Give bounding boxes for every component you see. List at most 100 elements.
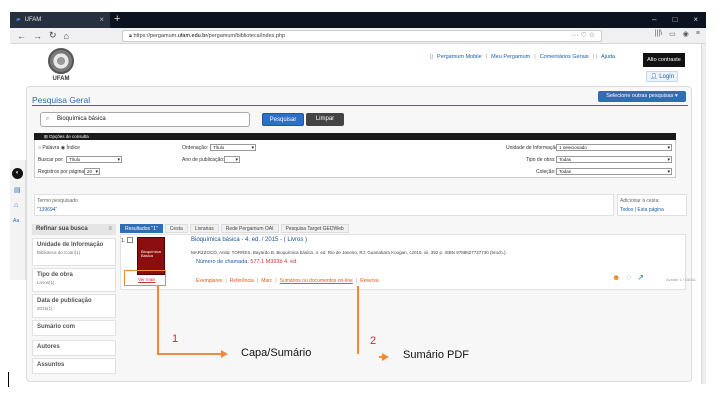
per-page-select[interactable]: 20: [84, 168, 100, 175]
text-cursor: [8, 372, 9, 387]
sort-label: Ordenação:: [182, 145, 209, 151]
link-pergamum-mobile[interactable]: Pergamum Mobile: [437, 54, 482, 60]
sort-select[interactable]: Título: [210, 144, 256, 151]
mobile-icon: ▯: [430, 54, 434, 60]
minimize-button[interactable]: –: [652, 12, 656, 28]
unit-select[interactable]: 1 selecionado: [556, 144, 672, 151]
close-tab-icon[interactable]: ×: [99, 12, 104, 28]
basket-links: Todos | Esta página: [620, 207, 664, 213]
per-page-label: Registros por página:: [38, 169, 86, 175]
copies-link[interactable]: Exemplares: [196, 278, 222, 284]
search-by-label: Buscar por:: [38, 157, 64, 163]
search-input[interactable]: ⌕ Bioquímica básica: [40, 112, 250, 127]
search-button[interactable]: Pesquisar: [262, 113, 304, 126]
recommend-icon[interactable]: ☻: [612, 273, 620, 282]
facet-date[interactable]: Data de publicação 2015(1): [32, 294, 116, 318]
tab-oai[interactable]: Rede Pergamum OAI: [220, 224, 279, 233]
reload-icon[interactable]: ↻: [49, 30, 57, 41]
refine-header[interactable]: Refinar sua busca ≡: [32, 224, 116, 235]
unit-label: Unidade de Informação:: [506, 145, 560, 151]
select-searches-label: Selecione outras pesquisas: [606, 93, 674, 99]
collection-label: Coleção:: [536, 169, 556, 175]
url-actions-icon[interactable]: ··· ♡ ☆: [572, 31, 595, 41]
facet-authors[interactable]: Autores: [32, 340, 116, 356]
result-title[interactable]: Bioquímica básica - 4. ed. / 2015 - ( Li…: [191, 237, 307, 243]
maximize-button[interactable]: □: [672, 12, 677, 28]
tab-basket[interactable]: Cesta: [164, 224, 188, 233]
annotation-box: [124, 270, 166, 286]
tab-results[interactable]: Resultados "1": [120, 224, 163, 233]
home-icon[interactable]: ⌂: [64, 31, 69, 41]
basket-page-link[interactable]: Esta página: [637, 207, 663, 213]
new-tab-button[interactable]: +: [114, 13, 120, 25]
favicon-icon: ▰: [16, 17, 21, 23]
options-header[interactable]: ⊞ Opções de consulta: [34, 133, 676, 140]
marc-link[interactable]: Marc: [261, 278, 272, 284]
year-input[interactable]: [224, 156, 240, 163]
searched-term-value: "139694": [37, 207, 58, 213]
collection-select[interactable]: Todas: [556, 168, 672, 175]
searched-term-label: Termo pesquisado: [37, 198, 78, 204]
share-icon[interactable]: ▤: [14, 186, 21, 194]
tab-bookstores[interactable]: Livrarias: [189, 224, 219, 233]
top-links: ▯ Pergamum Mobile | Meu Pergamum | Comen…: [430, 54, 616, 60]
summary-link[interactable]: Sumários ou documentos on-line: [280, 278, 353, 284]
extension-icon[interactable]: ◉: [683, 30, 689, 38]
search-icon: ⌕: [46, 116, 50, 122]
login-button[interactable]: 👤︎ Login: [646, 71, 678, 82]
annotation-label-1: Capa/Sumário: [241, 347, 312, 359]
browser-tab[interactable]: ▰ UFAM ×: [10, 12, 110, 28]
result-tabs: Resultados "1" Cesta Livrarias Rede Perg…: [120, 224, 349, 233]
facet-work-type[interactable]: Tipo de obra Livros(1): [32, 268, 116, 292]
reserve-link[interactable]: Reserva: [360, 278, 379, 284]
facet-unit[interactable]: Unidade de Informação Biblioteca do Coari…: [32, 238, 116, 266]
high-contrast-button[interactable]: Alto contraste: [643, 53, 685, 67]
back-icon[interactable]: ←: [17, 31, 26, 41]
link-ajuda[interactable]: Ajuda: [601, 54, 615, 60]
accessibility-icon[interactable]: ◐: [12, 168, 23, 179]
options-title: Opções de consulta: [49, 134, 89, 139]
font-size-icon[interactable]: Aa: [13, 218, 19, 224]
forward-icon[interactable]: →: [33, 31, 42, 41]
facet-sub[interactable]: Livros(1): [37, 280, 111, 285]
url-prefix: https://pergamum.: [133, 33, 178, 39]
stats-icon[interactable]: ↗: [637, 273, 644, 282]
call-label: Número de chamada:: [196, 259, 249, 265]
work-type-select[interactable]: Todas: [556, 156, 672, 163]
comment-icon[interactable]: ◌: [626, 273, 631, 282]
page-scrollbar[interactable]: [701, 44, 706, 384]
home-side-icon[interactable]: ⌂: [14, 202, 18, 209]
facet-summary[interactable]: Sumário com: [32, 320, 116, 336]
call-value: 577.1 M393b 4. ed.: [250, 259, 298, 265]
result-checkbox[interactable]: [127, 237, 133, 243]
sidebar-icon[interactable]: ▭: [669, 30, 676, 38]
facet-subjects[interactable]: Assuntos: [32, 358, 116, 374]
tab-gedweb[interactable]: Pesquisa Target GEDWeb: [280, 224, 349, 233]
browser-tab-bar: ▰ UFAM × + – □ ×: [10, 12, 706, 28]
year-label: Ano de publicação:: [182, 157, 225, 163]
reference-link[interactable]: Referência: [230, 278, 254, 284]
clear-button[interactable]: Limpar: [306, 113, 344, 126]
select-searches-button[interactable]: Selecione outras pesquisas ▾: [598, 91, 686, 102]
address-bar[interactable]: 🔒︎ https://pergamum.ufam.edu.br/pergamum…: [122, 30, 602, 42]
login-label: Login: [659, 74, 674, 80]
basket-all-link[interactable]: Todos: [620, 207, 633, 213]
link-comentarios[interactable]: Comentários Gerais: [540, 54, 589, 60]
link-meu-pergamum[interactable]: Meu Pergamum: [491, 54, 530, 60]
rating-label: Avaliar 1 / DASA: [666, 277, 696, 282]
facet-sub[interactable]: Biblioteca do Coari(1): [37, 250, 111, 255]
close-window-button[interactable]: ×: [693, 12, 698, 28]
radio-indice-label: Índice: [66, 145, 80, 151]
basket-box: Adicionar à cesta: Todos | Esta página: [617, 194, 687, 216]
tab-title: UFAM: [24, 17, 42, 23]
url-suffix: /pergamum/biblioteca/index.php: [207, 33, 286, 39]
radio-palavra-label: Palavra: [42, 145, 60, 151]
facet-sub[interactable]: 2015(1): [37, 306, 111, 311]
library-icon[interactable]: |||\: [655, 30, 662, 38]
facet-title: Sumário com: [37, 324, 76, 330]
menu-icon[interactable]: ≡: [696, 30, 700, 38]
search-by-select[interactable]: Título: [66, 156, 122, 163]
logo-text: UFAM: [52, 76, 70, 82]
result-description: MARZZOCO, Anita; TORRES, Bayardo B. Bioq…: [191, 250, 507, 255]
annotation-line-2: [357, 286, 359, 354]
